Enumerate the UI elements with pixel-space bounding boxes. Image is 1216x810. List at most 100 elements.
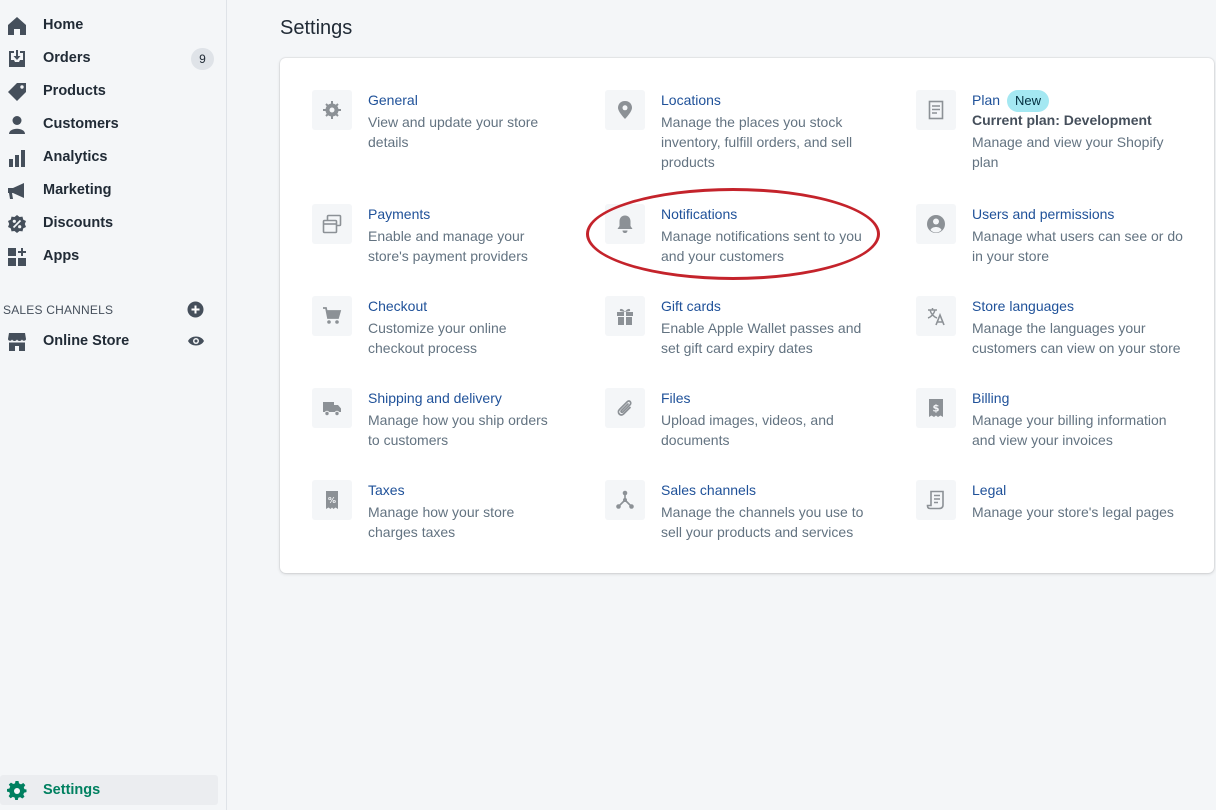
paperclip-icon: [605, 388, 645, 428]
tile-description: Manage the channels you use to sell your…: [661, 504, 864, 540]
person-icon: [7, 115, 27, 135]
tile-title: Shipping and delivery: [368, 390, 502, 406]
sidebar-item-marketing[interactable]: Marketing: [0, 175, 218, 205]
sidebar-item-label: Apps: [43, 248, 80, 264]
sidebar-item-label: Discounts: [43, 215, 114, 231]
gear-icon: [312, 90, 352, 130]
translate-icon: [916, 296, 956, 336]
orders-count-badge: 9: [191, 48, 214, 70]
svg-text:$: $: [933, 404, 940, 415]
settings-tile-shipping-delivery[interactable]: Shipping and delivery Manage how you shi…: [312, 388, 582, 458]
gift-icon: [605, 296, 645, 336]
settings-tile-users-permissions[interactable]: Users and permissions Manage what users …: [916, 204, 1196, 274]
sidebar-item-settings[interactable]: Settings: [0, 775, 218, 805]
plan-document-icon: [916, 90, 956, 130]
new-badge: New: [1007, 90, 1050, 112]
tile-description: Manage your store's legal pages: [972, 504, 1174, 520]
settings-tile-legal[interactable]: Legal Manage your store's legal pages: [916, 480, 1196, 530]
discount-icon: [7, 214, 27, 234]
settings-tile-payments[interactable]: Payments Enable and manage your store's …: [312, 204, 572, 274]
tile-description: Manage how you ship orders to customers: [368, 412, 548, 448]
tile-description: Manage your billing information and view…: [972, 412, 1167, 448]
sidebar-item-label: Orders: [43, 50, 91, 66]
settings-card: General View and update your store detai…: [280, 58, 1214, 573]
tile-title: Store languages: [972, 298, 1074, 314]
svg-text:%: %: [328, 496, 336, 505]
sidebar-item-label: Analytics: [43, 149, 108, 165]
sidebar-item-products[interactable]: Products: [0, 76, 218, 106]
tile-title: General: [368, 92, 418, 108]
bar-chart-icon: [7, 148, 27, 168]
sidebar-item-label: Customers: [43, 116, 119, 132]
tile-title: Locations: [661, 92, 721, 108]
sidebar-item-customers[interactable]: Customers: [0, 109, 218, 139]
tile-description: View and update your store details: [368, 114, 539, 150]
tile-description: Manage what users can see or do in your …: [972, 228, 1183, 264]
settings-tile-billing[interactable]: $ Billing Manage your billing informatio…: [916, 388, 1196, 458]
tile-title: Users and permissions: [972, 206, 1115, 222]
tile-description: Manage and view your Shopify plan: [972, 134, 1164, 170]
add-sales-channel-icon[interactable]: [187, 301, 204, 318]
tile-title: Payments: [368, 206, 431, 222]
eye-icon[interactable]: [187, 333, 205, 349]
settings-tile-locations[interactable]: Locations Manage the places you stock in…: [605, 90, 875, 180]
user-circle-icon: [916, 204, 956, 244]
sidebar-item-online-store[interactable]: Online Store: [0, 326, 218, 356]
settings-tile-plan[interactable]: Plan New Current plan: Development Manag…: [916, 90, 1196, 182]
megaphone-icon: [7, 181, 27, 201]
settings-tile-general[interactable]: General View and update your store detai…: [312, 90, 572, 160]
sidebar-item-home[interactable]: Home: [0, 10, 218, 40]
sidebar-item-label: Home: [43, 17, 84, 33]
tile-title: Taxes: [368, 482, 405, 498]
truck-icon: [312, 388, 352, 428]
settings-tile-store-languages[interactable]: Store languages Manage the languages you…: [916, 296, 1201, 366]
tile-title: Notifications: [661, 206, 738, 222]
sales-channels-icon: [605, 480, 645, 520]
settings-tile-checkout[interactable]: Checkout Customize your online checkout …: [312, 296, 572, 366]
page-title: Settings: [280, 17, 353, 39]
settings-tile-notifications[interactable]: Notifications Manage notifications sent …: [605, 204, 875, 274]
tile-title: Legal: [972, 482, 1007, 498]
apps-grid-icon: [7, 247, 27, 267]
tile-description: Enable and manage your store's payment p…: [368, 228, 528, 264]
current-plan-text: Current plan: Development: [972, 112, 1152, 128]
tile-description: Enable Apple Wallet passes and set gift …: [661, 320, 862, 356]
legal-document-icon: [916, 480, 956, 520]
sales-channels-label: SALES CHANNELS: [3, 303, 114, 317]
bell-icon: [605, 204, 645, 244]
sidebar-item-analytics[interactable]: Analytics: [0, 142, 218, 172]
sidebar-item-label: Online Store: [43, 333, 130, 349]
sidebar-item-label: Settings: [43, 782, 101, 798]
tag-icon: [7, 82, 27, 102]
tile-title: Gift cards: [661, 298, 721, 314]
tile-title: Files: [661, 390, 691, 406]
tile-description: Customize your online checkout process: [368, 320, 507, 356]
tile-title: Checkout: [368, 298, 428, 314]
settings-tile-files[interactable]: Files Upload images, videos, and documen…: [605, 388, 875, 458]
tile-title: Plan: [972, 92, 1001, 108]
tile-description: Manage the places you stock inventory, f…: [661, 114, 853, 170]
tax-receipt-icon: %: [312, 480, 352, 520]
sidebar-item-apps[interactable]: Apps: [0, 241, 218, 271]
settings-tile-sales-channels[interactable]: Sales channels Manage the channels you u…: [605, 480, 875, 550]
gear-icon: [7, 781, 27, 801]
tile-title: Billing: [972, 390, 1010, 406]
sidebar-item-discounts[interactable]: Discounts: [0, 208, 218, 238]
settings-tile-taxes[interactable]: % Taxes Manage how your store charges ta…: [312, 480, 572, 550]
sidebar: Home Orders 9 Products Customers Analyti…: [0, 0, 227, 810]
orders-inbox-icon: [7, 49, 27, 69]
tile-description: Upload images, videos, and documents: [661, 412, 834, 448]
location-pin-icon: [605, 90, 645, 130]
tile-title: Sales channels: [661, 482, 756, 498]
sidebar-item-orders[interactable]: Orders 9: [0, 43, 218, 73]
sidebar-item-label: Products: [43, 83, 106, 99]
payments-icon: [312, 204, 352, 244]
sales-channels-heading: SALES CHANNELS: [3, 301, 218, 321]
settings-tile-gift-cards[interactable]: Gift cards Enable Apple Wallet passes an…: [605, 296, 875, 366]
tile-description: Manage the languages your customers can …: [972, 320, 1181, 356]
billing-receipt-icon: $: [916, 388, 956, 428]
storefront-icon: [7, 332, 27, 352]
sidebar-item-label: Marketing: [43, 182, 112, 198]
tile-description: Manage notifications sent to you and you…: [661, 228, 862, 264]
tile-description: Manage how your store charges taxes: [368, 504, 515, 540]
